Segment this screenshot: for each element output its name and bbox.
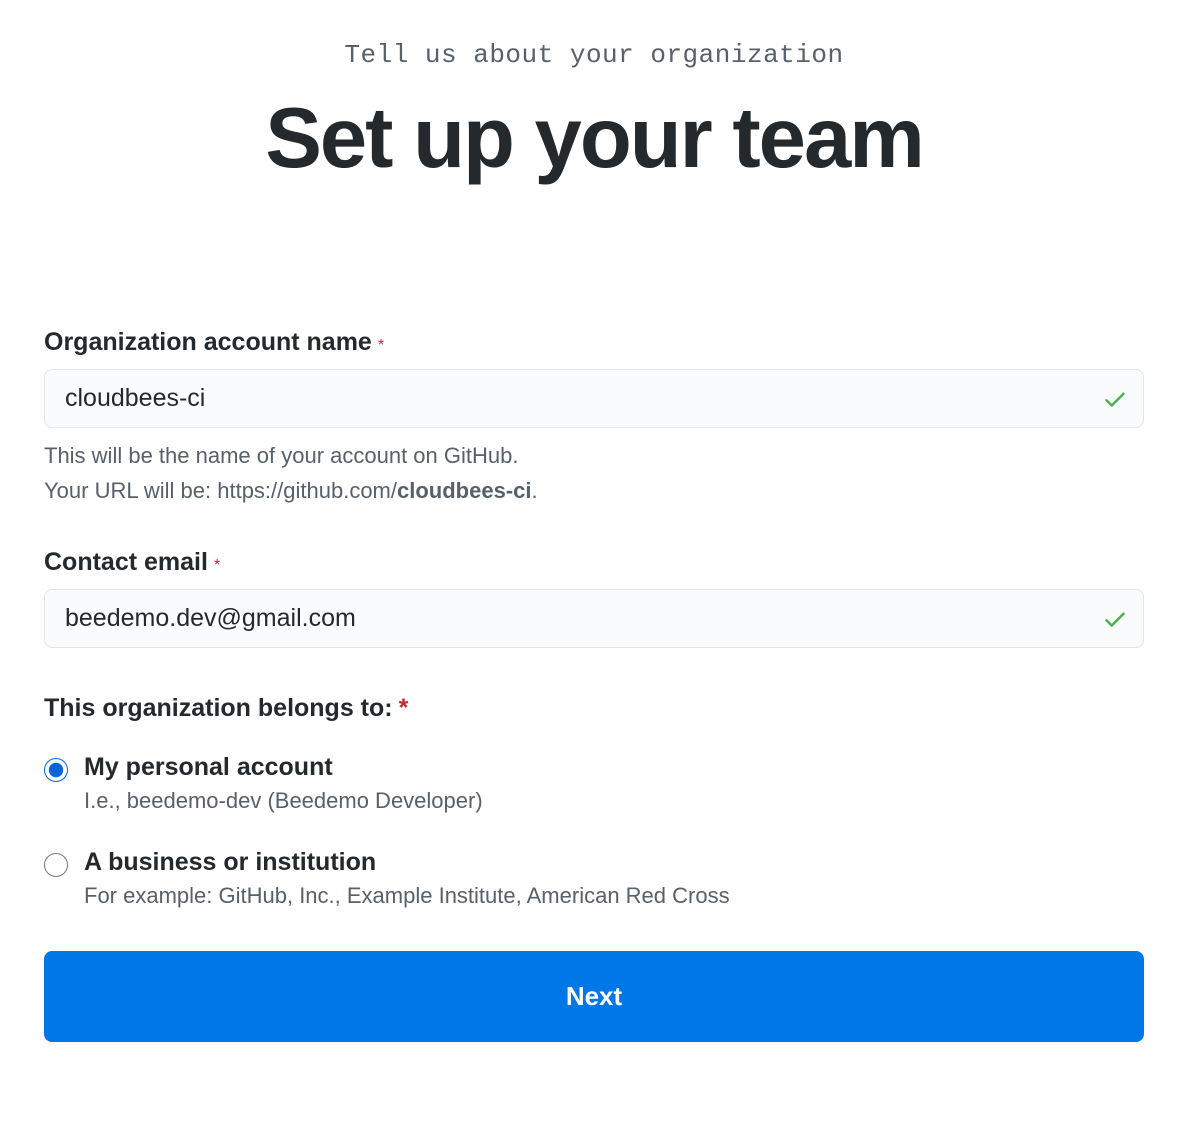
org-name-input[interactable] bbox=[44, 369, 1144, 428]
email-label: Contact email bbox=[44, 548, 208, 577]
required-mark: * bbox=[399, 694, 409, 722]
radio-business-title: A business or institution bbox=[84, 848, 1144, 877]
check-icon bbox=[1102, 606, 1128, 632]
required-mark: * bbox=[214, 557, 220, 574]
radio-personal-description: I.e., beedemo-dev (Beedemo Developer) bbox=[84, 788, 1144, 814]
required-mark: * bbox=[378, 337, 384, 354]
ownership-option-business[interactable]: A business or institution For example: G… bbox=[44, 848, 1144, 909]
page-title: Set up your team bbox=[44, 90, 1144, 188]
help-line1: This will be the name of your account on… bbox=[44, 443, 518, 468]
radio-personal-title: My personal account bbox=[84, 753, 1144, 782]
page-subtitle: Tell us about your organization bbox=[44, 40, 1144, 70]
ownership-section-label: This organization belongs to: bbox=[44, 694, 393, 722]
radio-business[interactable] bbox=[44, 853, 68, 877]
check-icon bbox=[1102, 386, 1128, 412]
org-name-label: Organization account name bbox=[44, 328, 372, 357]
help-line2-suffix: . bbox=[531, 478, 537, 503]
next-button[interactable]: Next bbox=[44, 951, 1144, 1042]
org-name-help: This will be the name of your account on… bbox=[44, 438, 1144, 508]
help-line2-prefix: Your URL will be: https://github.com/ bbox=[44, 478, 397, 503]
email-input[interactable] bbox=[44, 589, 1144, 648]
radio-business-description: For example: GitHub, Inc., Example Insti… bbox=[84, 883, 1144, 909]
ownership-option-personal[interactable]: My personal account I.e., beedemo-dev (B… bbox=[44, 753, 1144, 814]
help-line2-bold: cloudbees-ci bbox=[397, 478, 531, 503]
radio-personal[interactable] bbox=[44, 758, 68, 782]
